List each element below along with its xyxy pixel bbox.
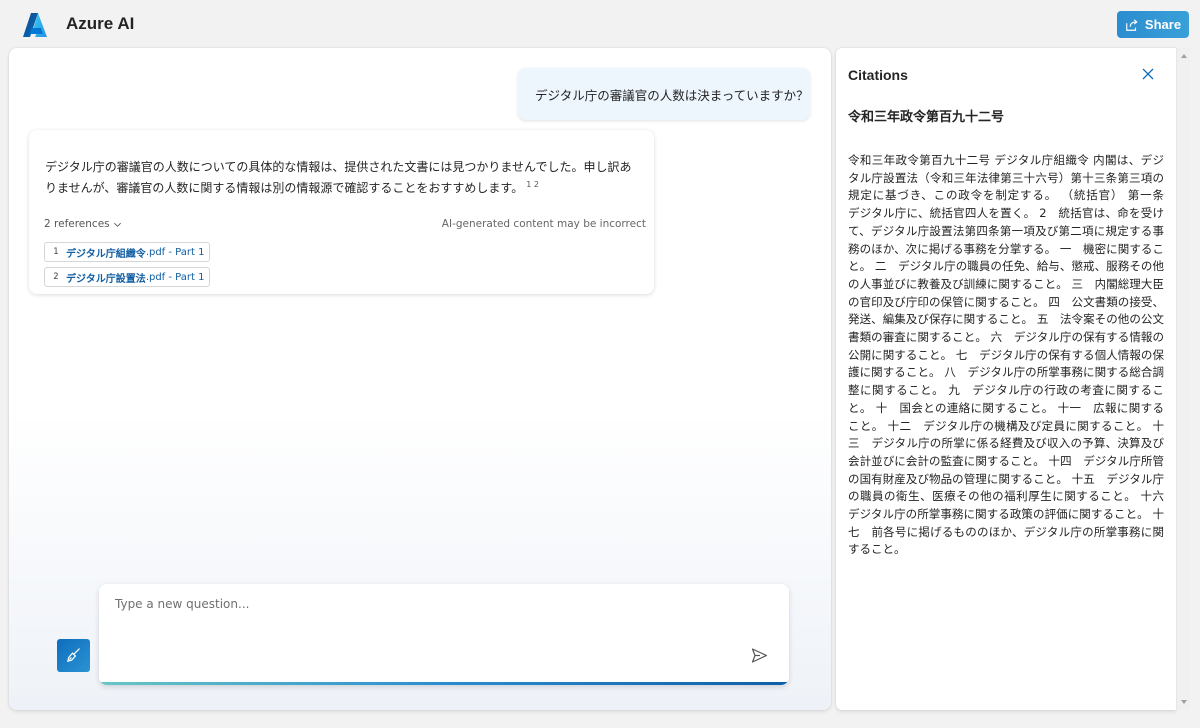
ai-disclaimer: AI-generated content may be incorrect: [441, 218, 646, 230]
chevron-down-icon: [113, 222, 121, 227]
share-icon: [1126, 18, 1138, 31]
answer-card: デジタル庁の審議官の人数についての具体的な情報は、提供された文書には見つかりませ…: [29, 130, 654, 294]
share-label: Share: [1144, 17, 1182, 32]
reference-chip-1[interactable]: 1 デジタル庁組織令 .pdf - Part 1: [44, 242, 211, 262]
share-button[interactable]: Share: [1117, 11, 1189, 38]
reference-number: 1: [53, 247, 59, 257]
close-icon[interactable]: [1141, 67, 1155, 81]
app-title: Azure AI: [66, 14, 135, 33]
user-message: デジタル庁の審議官の人数は決まっていますか？: [518, 68, 810, 120]
references-toggle[interactable]: 2 references: [44, 218, 122, 230]
scroll-down-arrow-icon[interactable]: [1181, 700, 1187, 704]
reference-number: 2: [53, 272, 59, 282]
question-input-box: [99, 584, 789, 685]
send-button[interactable]: [749, 645, 769, 665]
input-accent-bar: [99, 682, 789, 685]
reference-chip-2[interactable]: 2 デジタル庁設置法 .pdf - Part 1: [44, 267, 211, 287]
citations-heading: Citations: [848, 67, 908, 83]
app-header: Azure AI Share: [0, 0, 1200, 48]
references-count: 2 references: [44, 218, 110, 230]
scroll-up-arrow-icon[interactable]: [1181, 54, 1187, 58]
reference-name: デジタル庁設置法: [66, 273, 146, 285]
broom-icon: [66, 648, 80, 663]
answer-body: デジタル庁の審議官の人数についての具体的な情報は、提供された文書には見つかりませ…: [45, 160, 632, 195]
azure-logo-icon: [23, 13, 47, 37]
answer-text: デジタル庁の審議官の人数についての具体的な情報は、提供された文書には見つかりませ…: [45, 158, 641, 197]
vertical-scrollbar[interactable]: [1176, 48, 1190, 710]
clear-chat-button[interactable]: [57, 639, 90, 672]
citations-panel: Citations 令和三年政令第百九十二号 令和三年政令第百九十二号 デジタル…: [836, 48, 1176, 710]
citation-superscripts[interactable]: 1 2: [526, 180, 539, 189]
reference-suffix: .pdf - Part 1: [145, 246, 205, 258]
reference-suffix: .pdf - Part 1: [145, 271, 205, 283]
question-input[interactable]: [99, 584, 789, 682]
chat-panel: デジタル庁の審議官の人数は決まっていますか？ デジタル庁の審議官の人数についての…: [9, 48, 831, 710]
citation-body: 令和三年政令第百九十二号 デジタル庁組織令 内閣は、デジタル庁設置法（令和三年法…: [848, 153, 1176, 557]
send-icon: [751, 647, 767, 663]
reference-name: デジタル庁組織令: [66, 248, 146, 260]
citation-title: 令和三年政令第百九十二号: [848, 110, 1005, 125]
